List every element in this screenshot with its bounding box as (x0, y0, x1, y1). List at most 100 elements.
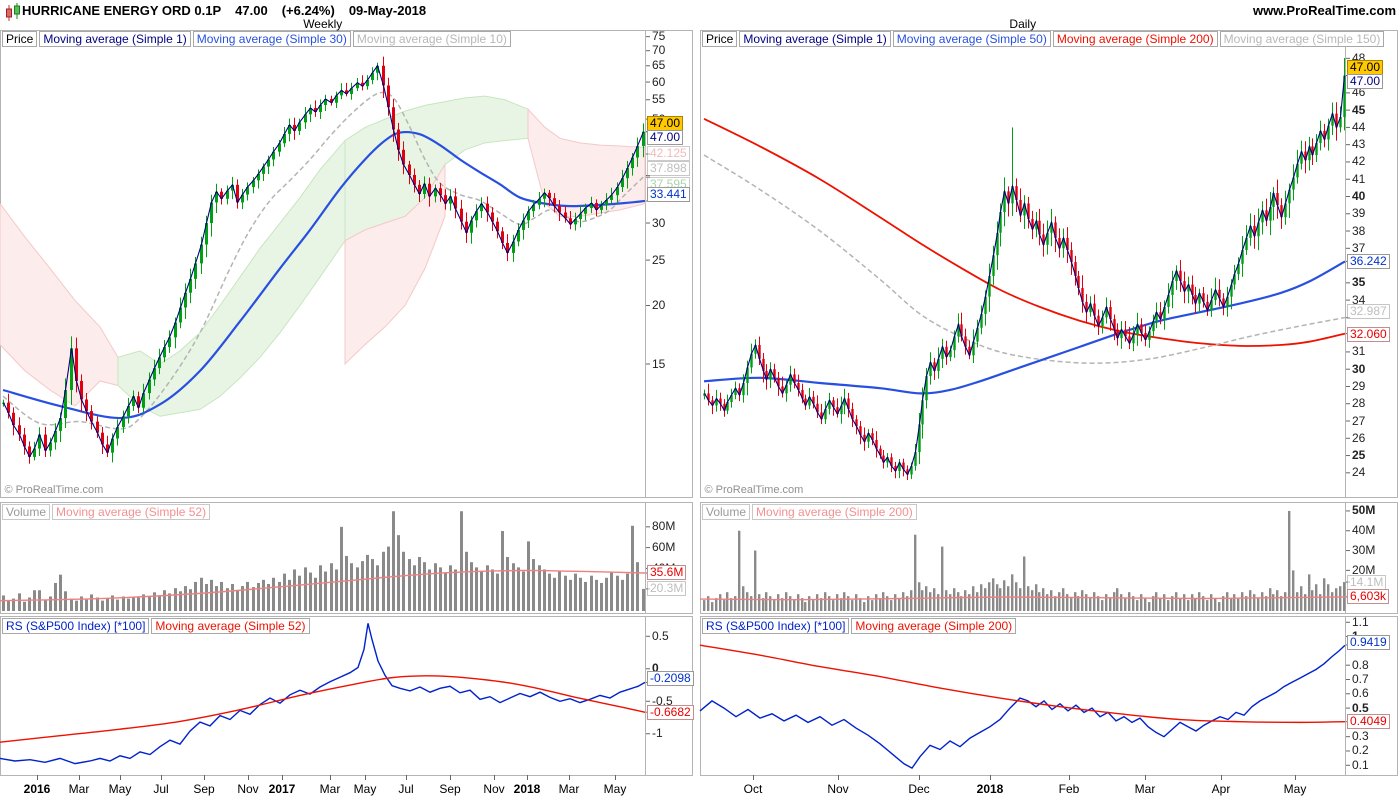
legend-item[interactable]: Price (2, 31, 38, 47)
axis-label: 0.2 (1352, 743, 1369, 758)
legend-item[interactable]: RS (S&P500 Index) [*100] (702, 618, 850, 634)
price-legend: Price Moving average (Simple 1) Moving ave… (2, 31, 511, 47)
legend-item[interactable]: Moving average (Simple 1) (739, 31, 891, 47)
axis-label: 55 (652, 92, 666, 107)
time-axis-label: Apr (1211, 782, 1231, 796)
legend-item[interactable]: Volume (2, 504, 51, 520)
axis-value-box-gold: 47.00 (1347, 60, 1384, 76)
axis-label: 39 (1352, 206, 1366, 221)
axis-value-box-blue: 33.441 (647, 187, 690, 203)
axis-label: 15 (652, 356, 666, 371)
axis-value-box-gray-faded: 32.987 (1347, 304, 1390, 320)
legend-item[interactable]: Moving average (Simple 150) (1219, 31, 1385, 47)
legend-item[interactable]: Price (702, 31, 738, 47)
axis-label: 40M (1352, 523, 1376, 538)
legend-item[interactable]: Moving average (Simple 50) (892, 31, 1051, 47)
time-axis-label: Feb (1058, 782, 1080, 796)
axis-label: 30M (1352, 543, 1376, 558)
axis-label: 0.1 (1352, 757, 1369, 772)
axis-label: 43 (1352, 137, 1366, 152)
axis-label: -1 (652, 726, 663, 741)
legend-item[interactable]: Moving average (Simple 200) (851, 618, 1017, 634)
axis-label: 37 (1352, 240, 1366, 255)
axis-label: 40 (1352, 188, 1366, 203)
proreal-time-window: HURRICANE ENERGY ORD 0.1P 47.00 (+6.24%) 09… (0, 0, 1400, 800)
axis-label: 30 (1352, 361, 1366, 376)
time-axis-label: 2016 (23, 782, 51, 796)
axis-value-box-gray-faded: 37.898 (647, 160, 690, 176)
rs-legend: RS (S&P500 Index) [*100] Moving average (… (2, 618, 310, 634)
axis-label: 27 (1352, 413, 1366, 428)
watermark: © ProRealTime.com (704, 484, 804, 496)
time-axis-label: Jul (153, 782, 169, 796)
rs-line (699, 644, 1346, 770)
time-axis-label: Nov (483, 782, 505, 796)
axis-label: 41 (1352, 171, 1366, 186)
time-axis-label: May (108, 782, 132, 796)
axis-label: 35 (1352, 275, 1366, 290)
time-axis-label: Nov (827, 782, 849, 796)
axis-label: 29 (1352, 378, 1366, 393)
axis-value-box-navy: 47.00 (1347, 74, 1384, 90)
axis-label: 45 (1352, 102, 1366, 117)
time-axis-label: 2017 (268, 782, 296, 796)
price-legend: Price Moving average (Simple 1) Moving ave… (702, 31, 1385, 47)
legend-item[interactable]: Moving average (Simple 10) (352, 31, 511, 47)
axis-label: 60M (652, 540, 676, 555)
axis-label: 26 (1352, 430, 1366, 445)
legend-item[interactable]: Moving average (Simple 52) (151, 618, 310, 634)
axis-value-box-navy: 47.00 (647, 130, 684, 146)
time-axis-label: 2018 (513, 782, 541, 796)
axis-label: 20 (652, 297, 666, 312)
axis-label: 0.3 (1352, 729, 1369, 744)
axis-value-box-blue: 36.242 (1347, 253, 1390, 269)
time-axis-label: Mar (1134, 782, 1156, 796)
axis-label: 60 (652, 74, 666, 89)
ichimoku-cloud-pink (0, 202, 119, 407)
time-axis-label: Nov (237, 782, 259, 796)
axis-label: 75 (652, 29, 666, 44)
rs-line (0, 623, 646, 765)
time-axis-label: May (603, 782, 627, 796)
time-axis-label: Jul (398, 782, 414, 796)
axis-label: 80M (652, 519, 676, 534)
axis-label: 25 (652, 252, 666, 267)
axis-value-box-pink-faded: 42.125 (647, 146, 690, 162)
axis-value-box-red: -0.6682 (647, 704, 694, 720)
axis-label: 0.5 (1352, 700, 1369, 715)
legend-item[interactable]: RS (S&P500 Index) [*100] (2, 618, 150, 634)
price-ma-line-1 (703, 154, 1346, 364)
axis-value-box-blue: -0.2098 (647, 670, 694, 686)
axis-label: 70 (652, 43, 666, 58)
rs-legend: RS (S&P500 Index) [*100] Moving average (… (702, 618, 1017, 634)
axis-label: 42 (1352, 154, 1366, 169)
legend-item[interactable]: Volume (702, 504, 751, 520)
close-price-line (704, 75, 1346, 476)
axis-value-box-gray-faded: 14.1M (1347, 574, 1387, 590)
pane-title-weekly: Weekly (303, 17, 343, 31)
volume-legend: Volume Moving average (Simple 52) (2, 504, 211, 520)
legend-item[interactable]: Moving average (Simple 1) (39, 31, 191, 47)
axis-label: 1.1 (1352, 614, 1369, 629)
axis-value-box-red: 32.060 (1347, 327, 1390, 343)
axis-label: 0.5 (652, 628, 669, 643)
legend-item[interactable]: Moving average (Simple 200) (1052, 31, 1218, 47)
volume-legend: Volume Moving average (Simple 200) (702, 504, 917, 520)
time-axis-label: Mar (319, 782, 341, 796)
time-axis-label: Sep (439, 782, 461, 796)
legend-item[interactable]: Moving average (Simple 200) (752, 504, 917, 520)
axis-label: 28 (1352, 396, 1366, 411)
axis-label: 65 (652, 58, 666, 73)
chart-canvas[interactable] (0, 0, 1400, 800)
time-axis-label: May (353, 782, 377, 796)
axis-label: 0.6 (1352, 686, 1369, 701)
axis-label: 44 (1352, 119, 1366, 134)
axis-label: 30 (652, 215, 666, 230)
legend-item[interactable]: Moving average (Simple 52) (52, 504, 211, 520)
volume-ma-line (699, 596, 1346, 601)
price-ma-line-2 (703, 260, 1346, 395)
time-axis-label: 2018 (976, 782, 1004, 796)
legend-item[interactable]: Moving average (Simple 30) (192, 31, 351, 47)
time-axis-label: Oct (743, 782, 763, 796)
watermark: © ProRealTime.com (4, 484, 104, 496)
